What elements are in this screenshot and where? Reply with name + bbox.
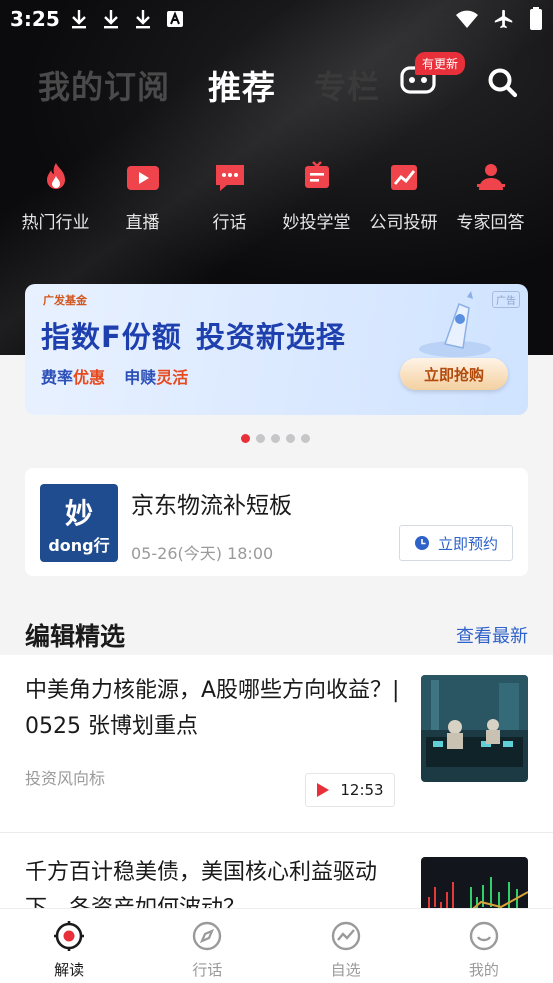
banner-sub-highlight: 灵活 bbox=[156, 368, 189, 387]
tab-my-subscriptions[interactable]: 我的订阅 bbox=[38, 62, 170, 108]
download-icon bbox=[72, 10, 86, 29]
category-label: 热门行业 bbox=[21, 213, 90, 233]
nav-label: 行话 bbox=[192, 961, 223, 979]
banner-title: 指数F份额 投资新选择 bbox=[41, 314, 346, 356]
ad-banner[interactable]: 广发基金 广告 指数F份额 投资新选择 费率优惠 申赎灵活 立即抢购 bbox=[25, 284, 528, 415]
list-item[interactable]: 中美角力核能源，A股哪些方向收益？| 0525 张博划重点 投资风向标 12:5… bbox=[0, 655, 553, 833]
article-title: 中美角力核能源，A股哪些方向收益？| 0525 张博划重点 bbox=[25, 678, 400, 739]
font-a-icon bbox=[167, 11, 183, 27]
category-label: 直播 bbox=[125, 213, 160, 233]
banner-sub-text: 费率 bbox=[41, 368, 74, 387]
trend-icon bbox=[331, 921, 360, 951]
live-title: 京东物流补短板 bbox=[131, 493, 292, 519]
article-list: 中美角力核能源，A股哪些方向收益？| 0525 张博划重点 投资风向标 12:5… bbox=[0, 655, 553, 910]
banner-title-part1: 指数F份额 bbox=[41, 320, 182, 354]
system-icons bbox=[455, 7, 543, 31]
classroom-icon bbox=[304, 161, 329, 188]
notification-icons bbox=[70, 9, 184, 29]
category-label: 专家回答 bbox=[456, 213, 525, 233]
carousel-dot bbox=[286, 434, 295, 443]
nav-item-jargon[interactable]: 行话 bbox=[138, 909, 276, 983]
article-source: 投资风向标 bbox=[25, 769, 106, 788]
category-live[interactable]: 直播 bbox=[99, 160, 186, 250]
section-title: 编辑精选 bbox=[25, 622, 126, 651]
duration-label: 12:53 bbox=[340, 781, 384, 799]
category-label: 公司投研 bbox=[369, 213, 438, 233]
article-title: 千方百计稳美债，美国核心利益驱动下，各资产如何波动？ bbox=[25, 860, 378, 910]
chart-icon bbox=[390, 165, 417, 190]
category-hot-industry[interactable]: 热门行业 bbox=[12, 160, 99, 250]
target-icon bbox=[54, 921, 85, 951]
banner-title-part2: 投资新选择 bbox=[195, 320, 346, 354]
nav-item-profile[interactable]: 我的 bbox=[415, 909, 553, 983]
compass-icon bbox=[193, 921, 222, 951]
chat-icon bbox=[215, 165, 244, 191]
carousel-dot bbox=[241, 434, 250, 443]
carousel-dot bbox=[271, 434, 280, 443]
category-label: 行话 bbox=[212, 213, 247, 233]
status-bar: 3:25 bbox=[0, 0, 553, 38]
article-thumbnail bbox=[421, 857, 528, 910]
category-jargon[interactable]: 行话 bbox=[186, 160, 273, 250]
rocket-illustration-icon bbox=[419, 291, 491, 357]
play-icon bbox=[317, 783, 330, 797]
wifi-icon bbox=[456, 10, 478, 28]
download-icon bbox=[136, 10, 150, 29]
smile-icon bbox=[469, 921, 499, 951]
article-thumbnail bbox=[421, 675, 528, 782]
battery-icon bbox=[530, 7, 542, 30]
reserve-label: 立即预约 bbox=[437, 534, 498, 553]
category-label: 妙投学堂 bbox=[282, 213, 351, 233]
play-duration-button[interactable]: 12:53 bbox=[305, 773, 395, 807]
flame-icon bbox=[46, 163, 65, 189]
see-latest-link[interactable]: 查看最新 bbox=[456, 622, 528, 648]
tab-recommend[interactable]: 推荐 bbox=[208, 61, 276, 109]
search-icon bbox=[488, 68, 518, 98]
nav-label: 我的 bbox=[468, 961, 499, 979]
category-classroom[interactable]: 妙投学堂 bbox=[273, 160, 360, 250]
nav-item-watchlist[interactable]: 自选 bbox=[277, 909, 415, 983]
tab-columns[interactable]: 专栏 bbox=[314, 62, 380, 108]
play-icon bbox=[126, 166, 159, 190]
update-badge: 有更新 bbox=[415, 52, 466, 75]
reserve-button[interactable]: 立即预约 bbox=[399, 525, 513, 561]
live-time: 05-26(今天) 18:00 bbox=[131, 544, 274, 563]
carousel-dot bbox=[256, 434, 265, 443]
banner-sub-highlight: 优惠 bbox=[73, 368, 106, 387]
nav-label: 自选 bbox=[330, 961, 361, 979]
expert-icon bbox=[476, 164, 505, 190]
clock-icon bbox=[414, 536, 429, 550]
banner-logo: 广发基金 bbox=[43, 294, 87, 307]
top-tabs: 我的订阅 推荐 专栏 bbox=[38, 62, 380, 108]
banner-subtitle: 费率优惠 申赎灵活 bbox=[41, 364, 188, 388]
search-button[interactable] bbox=[486, 66, 520, 100]
list-item[interactable]: 千方百计稳美债，美国核心利益驱动下，各资产如何波动？ bbox=[0, 833, 553, 910]
thumb-text: 妙 bbox=[64, 497, 93, 530]
thumb-text: dong行 bbox=[48, 536, 110, 555]
airplane-icon bbox=[494, 9, 513, 29]
bottom-nav: 解读 行话 自选 我的 bbox=[0, 908, 553, 983]
category-company-research[interactable]: 公司投研 bbox=[360, 160, 447, 250]
category-row: 热门行业 直播 行话 妙投学堂 公司投研 专家回答 bbox=[0, 160, 553, 250]
nav-item-interpret[interactable]: 解读 bbox=[0, 909, 138, 983]
live-card[interactable]: 妙 dong行 京东物流补短板 05-26(今天) 18:00 立即预约 bbox=[25, 468, 528, 576]
category-expert-answer[interactable]: 专家回答 bbox=[447, 160, 534, 250]
live-thumbnail: 妙 dong行 bbox=[40, 484, 118, 562]
carousel-indicator bbox=[241, 434, 310, 443]
banner-sub-text: 申赎 bbox=[124, 368, 157, 387]
download-icon bbox=[104, 10, 118, 29]
buy-now-button[interactable]: 立即抢购 bbox=[400, 358, 508, 390]
status-time: 3:25 bbox=[10, 7, 60, 31]
ad-tag: 广告 bbox=[492, 291, 520, 308]
carousel-dot bbox=[301, 434, 310, 443]
nav-label: 解读 bbox=[54, 961, 85, 979]
